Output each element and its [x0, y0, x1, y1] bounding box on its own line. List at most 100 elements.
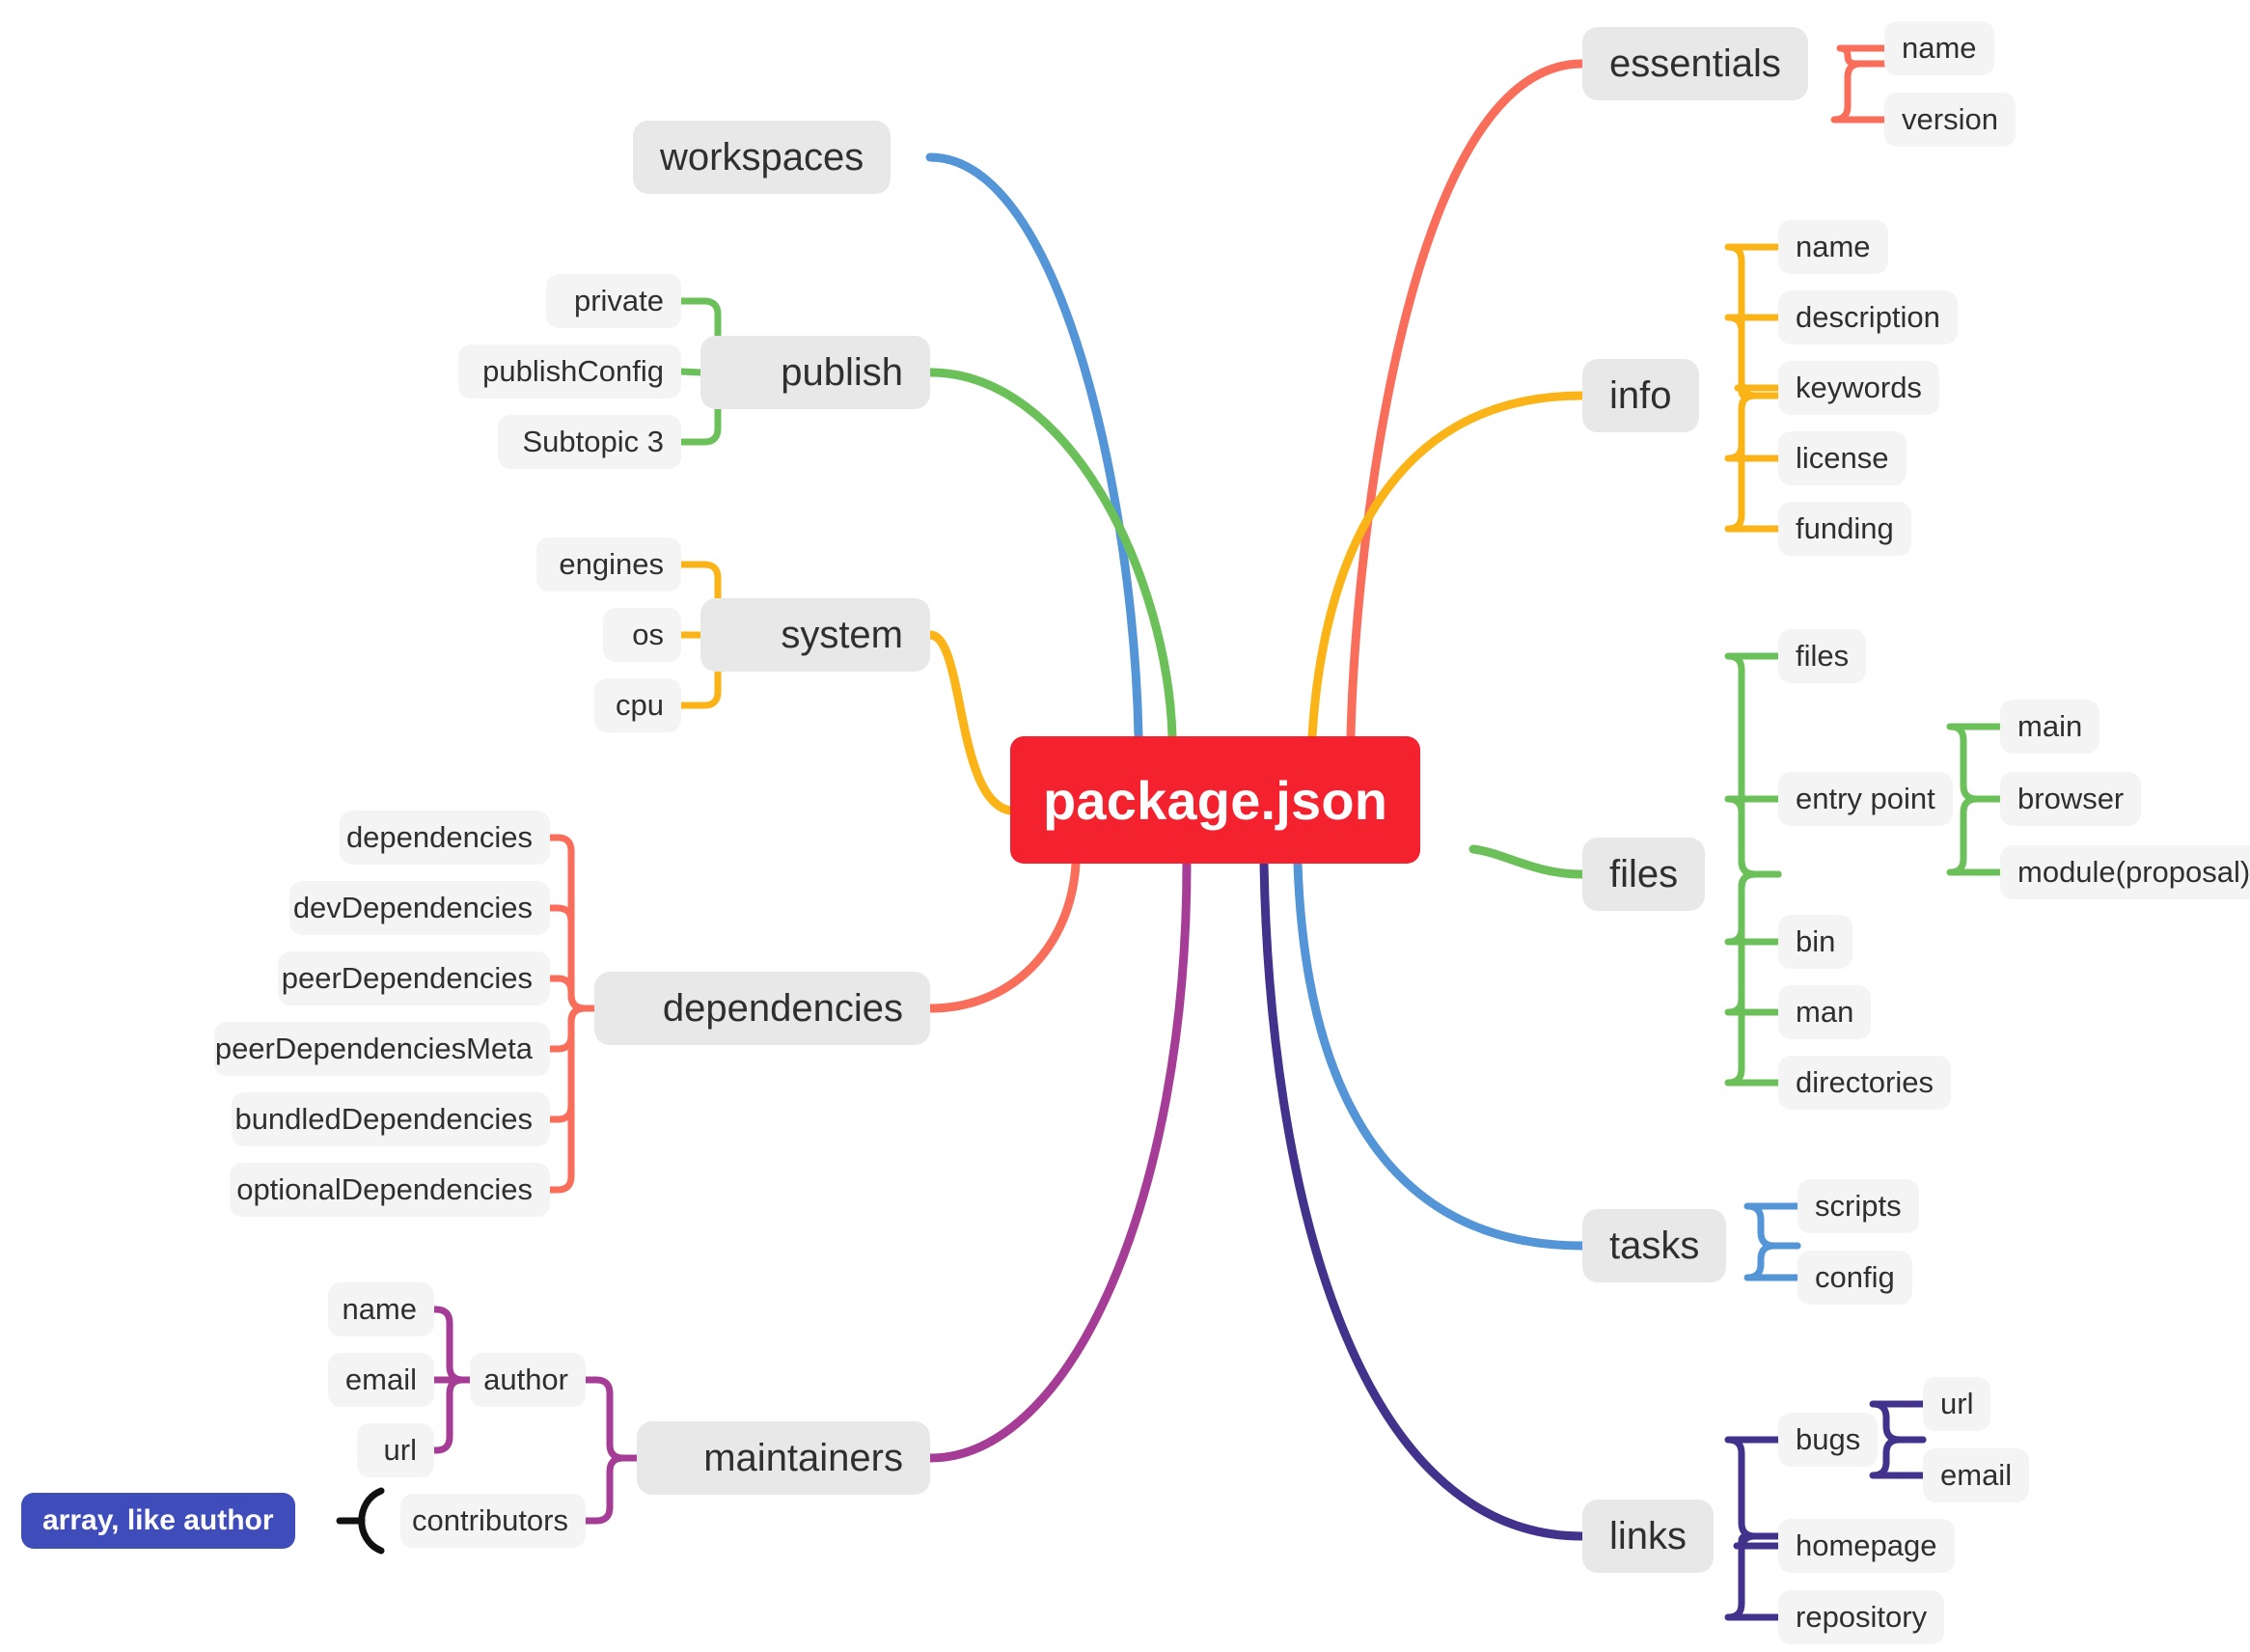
- leaf-links-repository[interactable]: repository: [1778, 1590, 1945, 1644]
- topic-essentials-label: essentials: [1609, 41, 1781, 85]
- topic-workspaces-label: workspaces: [660, 135, 864, 179]
- leaf-author-email[interactable]: email: [328, 1353, 434, 1407]
- topic-system[interactable]: system: [700, 598, 930, 672]
- leaf-maintainers-author[interactable]: author: [470, 1353, 586, 1407]
- leaf-info-funding[interactable]: funding: [1778, 502, 1911, 556]
- topic-dependencies-label: dependencies: [662, 986, 903, 1030]
- leaf-label: publishConfig: [482, 354, 664, 388]
- root-node[interactable]: package.json: [1010, 736, 1421, 864]
- leaf-label: name: [1902, 31, 1977, 65]
- leaf-label: repository: [1796, 1600, 1928, 1634]
- topic-maintainers[interactable]: maintainers: [637, 1421, 930, 1495]
- leaf-label: name: [1796, 230, 1871, 263]
- leaf-label: contributors: [412, 1503, 568, 1537]
- leaf-label: main: [2017, 709, 2083, 743]
- leaf-label: engines: [559, 547, 664, 581]
- leaf-label: email: [344, 1363, 417, 1396]
- leaf-info-license[interactable]: license: [1778, 431, 1907, 485]
- leaf-label: os: [632, 618, 664, 651]
- leaf-entry-point-browser[interactable]: browser: [2000, 772, 2142, 826]
- callout-label: array, like author: [42, 1504, 274, 1536]
- leaf-label: entry point: [1796, 782, 1935, 815]
- topic-dependencies[interactable]: dependencies: [594, 972, 930, 1045]
- leaf-essentials-version[interactable]: version: [1884, 93, 2016, 147]
- leaf-label: browser: [2017, 782, 2125, 815]
- leaf-label: dependencies: [345, 820, 533, 854]
- topic-maintainers-label: maintainers: [703, 1436, 903, 1479]
- leaf-publish-publishconfig[interactable]: publishConfig: [458, 344, 681, 399]
- leaf-label: scripts: [1815, 1189, 1902, 1223]
- topic-files-label: files: [1609, 852, 1679, 895]
- leaf-entry-point-main[interactable]: main: [2000, 700, 2100, 754]
- topic-workspaces[interactable]: workspaces: [633, 121, 892, 194]
- leaf-label: bugs: [1796, 1422, 1861, 1456]
- topic-tasks[interactable]: tasks: [1582, 1209, 1727, 1282]
- topic-info[interactable]: info: [1582, 359, 1699, 432]
- topic-publish[interactable]: publish: [700, 336, 930, 409]
- leaf-system-os[interactable]: os: [603, 608, 681, 662]
- leaf-info-description[interactable]: description: [1778, 290, 1958, 344]
- leaf-label: version: [1902, 102, 1998, 136]
- topic-publish-label: publish: [781, 350, 903, 394]
- leaf-label: funding: [1796, 511, 1894, 545]
- leaf-label: config: [1815, 1260, 1895, 1294]
- leaf-label: man: [1796, 995, 1854, 1029]
- leaf-files-bin[interactable]: bin: [1778, 915, 1853, 969]
- leaf-essentials-name[interactable]: name: [1884, 21, 1994, 75]
- leaf-label: optionalDependencies: [236, 1172, 533, 1206]
- leaf-label: license: [1796, 441, 1889, 475]
- leaf-label: author: [483, 1363, 568, 1396]
- leaf-info-name[interactable]: name: [1778, 220, 1888, 274]
- leaf-label: module(proposal): [2017, 855, 2250, 889]
- leaf-label: url: [383, 1433, 417, 1467]
- leaf-label: url: [1940, 1387, 1974, 1420]
- leaf-label: description: [1796, 300, 1940, 334]
- leaf-dependencies-bundleddependencies[interactable]: bundledDependencies: [232, 1092, 550, 1146]
- leaf-tasks-scripts[interactable]: scripts: [1797, 1179, 1919, 1233]
- leaf-dependencies-optionaldependencies[interactable]: optionalDependencies: [230, 1163, 550, 1217]
- leaf-label: keywords: [1796, 371, 1922, 404]
- leaf-bugs-email[interactable]: email: [1923, 1448, 2030, 1502]
- leaf-system-cpu[interactable]: cpu: [594, 678, 681, 732]
- leaf-label: files: [1796, 639, 1850, 673]
- leaf-author-name[interactable]: name: [328, 1282, 434, 1336]
- leaf-maintainers-contributors[interactable]: contributors: [400, 1494, 586, 1548]
- topic-essentials[interactable]: essentials: [1582, 27, 1808, 100]
- leaf-label: Subtopic 3: [522, 425, 665, 458]
- leaf-publish-subtopic3[interactable]: Subtopic 3: [498, 415, 681, 469]
- leaf-publish-private[interactable]: private: [546, 274, 681, 328]
- mindmap-canvas: package.json essentials name version inf…: [0, 0, 2250, 1652]
- leaf-label: devDependencies: [292, 891, 533, 924]
- leaf-files-man[interactable]: man: [1778, 985, 1872, 1039]
- topic-info-label: info: [1609, 373, 1672, 417]
- leaf-bugs-url[interactable]: url: [1923, 1377, 1991, 1431]
- leaf-dependencies-peerdependenciesmeta[interactable]: peerDependenciesMeta: [214, 1022, 550, 1076]
- leaf-system-engines[interactable]: engines: [536, 537, 681, 592]
- leaf-label: bundledDependencies: [234, 1102, 533, 1136]
- leaf-label: private: [573, 284, 664, 317]
- topic-links-label: links: [1609, 1514, 1688, 1557]
- topic-system-label: system: [781, 613, 903, 656]
- leaf-label: peerDependencies: [281, 961, 533, 995]
- leaf-label: cpu: [616, 688, 664, 722]
- leaf-dependencies-peerdependencies[interactable]: peerDependencies: [278, 951, 550, 1005]
- leaf-links-bugs[interactable]: bugs: [1778, 1413, 1879, 1467]
- leaf-entry-point-module[interactable]: module(proposal): [2000, 845, 2250, 899]
- callout-array-like-author[interactable]: array, like author: [21, 1493, 295, 1549]
- topic-links[interactable]: links: [1582, 1500, 1715, 1573]
- leaf-tasks-config[interactable]: config: [1797, 1251, 1912, 1305]
- leaf-files-entry-point[interactable]: entry point: [1778, 772, 1953, 826]
- topic-tasks-label: tasks: [1609, 1224, 1700, 1267]
- leaf-label: peerDependenciesMeta: [214, 1032, 533, 1065]
- leaf-dependencies-dependencies[interactable]: dependencies: [340, 811, 550, 865]
- leaf-label: email: [1940, 1458, 2013, 1492]
- topic-files[interactable]: files: [1582, 838, 1706, 911]
- leaf-label: bin: [1796, 924, 1836, 958]
- leaf-files-directories[interactable]: directories: [1778, 1056, 1951, 1110]
- leaf-author-url[interactable]: url: [357, 1423, 434, 1477]
- leaf-links-homepage[interactable]: homepage: [1778, 1519, 1955, 1573]
- leaf-files-files[interactable]: files: [1778, 629, 1867, 683]
- leaf-info-keywords[interactable]: keywords: [1778, 361, 1939, 415]
- leaf-label: directories: [1796, 1065, 1934, 1099]
- leaf-dependencies-devdependencies[interactable]: devDependencies: [289, 881, 550, 935]
